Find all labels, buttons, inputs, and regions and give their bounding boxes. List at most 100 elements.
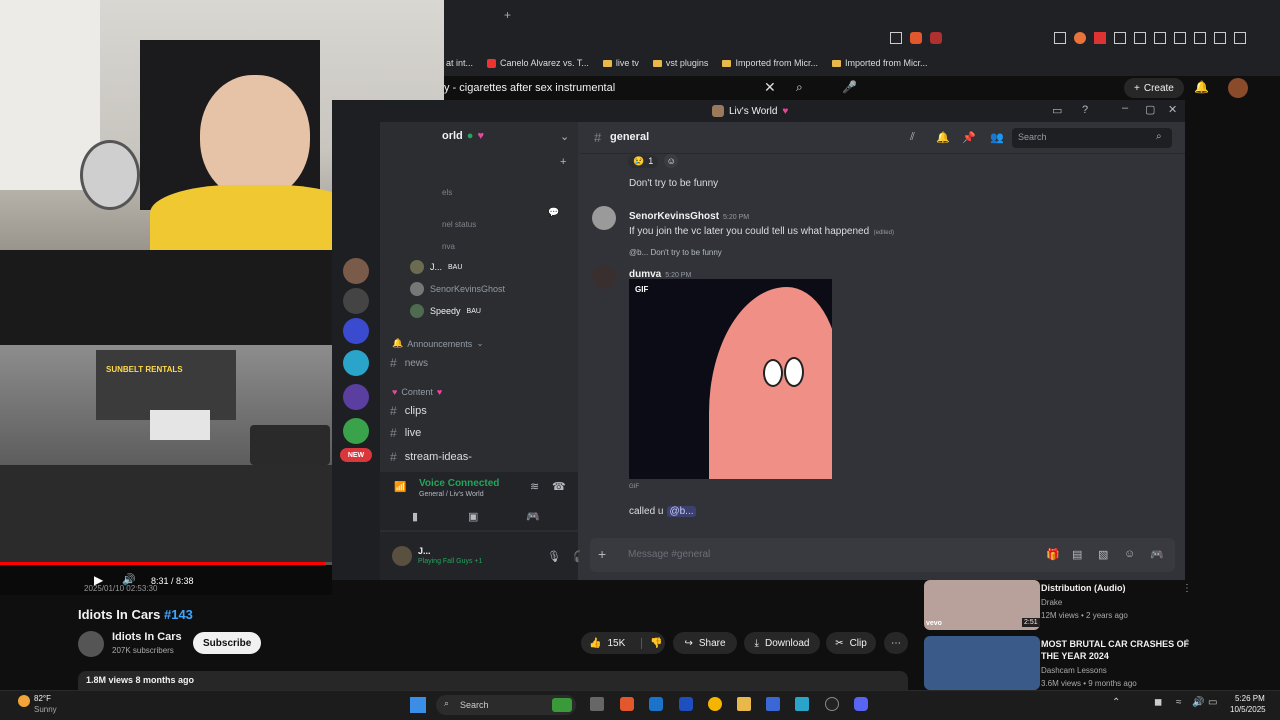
subscribe-button[interactable]: Subscribe bbox=[193, 632, 262, 654]
create-button[interactable]: + Create bbox=[1124, 78, 1184, 98]
gif-embed[interactable]: GIF bbox=[629, 279, 832, 479]
bookmark[interactable]: at int... bbox=[446, 58, 473, 68]
hashtag-link[interactable]: #143 bbox=[164, 607, 193, 622]
server-icon[interactable] bbox=[343, 350, 369, 376]
minimize-icon[interactable]: – bbox=[1122, 102, 1128, 114]
help-icon[interactable]: ? bbox=[1082, 104, 1088, 116]
description-box[interactable]: 1.8M views 8 months ago bbox=[78, 671, 908, 691]
share-button[interactable]: ↪ Share bbox=[673, 632, 737, 654]
more-actions-button[interactable]: ⋯ bbox=[884, 632, 908, 654]
wifi-icon[interactable]: ≈ bbox=[1176, 697, 1182, 708]
activity-icon[interactable]: 🎮 bbox=[526, 510, 540, 523]
menu-icon[interactable] bbox=[1234, 32, 1246, 44]
bookmark[interactable]: Canelo Alvarez vs. T... bbox=[487, 58, 589, 68]
task-view-icon[interactable] bbox=[590, 697, 604, 711]
channel-avatar[interactable] bbox=[78, 631, 104, 657]
server-icon[interactable] bbox=[343, 288, 369, 314]
app-icon[interactable] bbox=[679, 697, 693, 711]
rec-channel[interactable]: Drake bbox=[1041, 598, 1062, 607]
reply-preview[interactable]: @b... Don't try to be funny bbox=[629, 248, 722, 257]
chrome-icon[interactable] bbox=[708, 697, 722, 711]
extension-icon[interactable] bbox=[1134, 32, 1146, 44]
brave-rewards-icon[interactable] bbox=[930, 32, 942, 44]
bookmark-folder[interactable]: Imported from Micr... bbox=[831, 58, 928, 68]
bookmark-folder[interactable]: vst plugins bbox=[652, 58, 708, 68]
channel-name[interactable]: Idiots In Cars bbox=[112, 631, 182, 643]
reaction-button[interactable]: 😢 1 bbox=[628, 154, 659, 168]
chat-icon[interactable]: 💬 bbox=[548, 207, 559, 218]
extension-icon[interactable] bbox=[1054, 32, 1066, 44]
clear-search-icon[interactable]: ✕ bbox=[764, 79, 776, 96]
clock-time[interactable]: 5:26 PM bbox=[1235, 694, 1265, 703]
activities-icon[interactable]: 🎮 bbox=[1150, 548, 1164, 561]
pin-icon[interactable]: 📌 bbox=[962, 131, 976, 144]
attach-plus-icon[interactable]: + bbox=[598, 546, 606, 562]
video-player[interactable]: SUNBELT RENTALS ▶ 🔊 8:31 / 8:38 2025/01/… bbox=[0, 250, 332, 595]
download-button[interactable]: ⤓ Download bbox=[744, 632, 820, 654]
weather-temp[interactable]: 82°F bbox=[34, 694, 51, 703]
message-input[interactable]: Message #general bbox=[628, 549, 710, 560]
channel-clips[interactable]: # clips bbox=[390, 404, 427, 418]
inbox-icon[interactable]: ▭ bbox=[1052, 104, 1062, 117]
bookmark-folder[interactable]: Imported from Micr... bbox=[722, 58, 818, 68]
gif-picker-icon[interactable]: ▤ bbox=[1072, 548, 1082, 561]
windows-start-icon[interactable] bbox=[410, 697, 426, 713]
voice-location[interactable]: General / Liv's World bbox=[419, 491, 484, 498]
tray-app-icon[interactable]: ◼ bbox=[1154, 697, 1162, 708]
rec-menu-icon[interactable]: ⋮ bbox=[1182, 638, 1192, 649]
members-icon[interactable]: 👥 bbox=[990, 131, 1004, 144]
server-icon[interactable] bbox=[343, 318, 369, 344]
voice-user[interactable]: Speedy BAU bbox=[410, 304, 481, 318]
threads-icon[interactable]: ⫽ bbox=[910, 131, 915, 144]
obs-icon[interactable] bbox=[825, 697, 839, 711]
media-icon[interactable] bbox=[1154, 32, 1166, 44]
server-icon[interactable] bbox=[343, 258, 369, 284]
thumbs-down-icon[interactable]: 👎 bbox=[641, 637, 663, 649]
app-icon[interactable] bbox=[795, 697, 809, 711]
extension-icon[interactable] bbox=[1114, 32, 1126, 44]
emoji-icon[interactable]: ☺ bbox=[1124, 548, 1135, 560]
voice-user[interactable]: J... BAU bbox=[410, 260, 462, 274]
bell-icon[interactable]: 🔔 bbox=[936, 131, 950, 144]
avatar[interactable] bbox=[592, 265, 616, 289]
search-query[interactable]: y - cigarettes after sex instrumental bbox=[444, 82, 615, 94]
taskbar-search[interactable]: ⌕ Search bbox=[436, 695, 576, 715]
sidebar-icon[interactable] bbox=[1174, 32, 1186, 44]
sticker-icon[interactable]: ▧ bbox=[1098, 548, 1108, 561]
wallet-icon[interactable] bbox=[1194, 32, 1206, 44]
new-tab-icon[interactable]: + bbox=[504, 8, 511, 22]
server-icon[interactable] bbox=[343, 384, 369, 410]
file-explorer-icon[interactable] bbox=[737, 697, 751, 711]
avatar[interactable] bbox=[392, 546, 412, 566]
discord-icon[interactable] bbox=[854, 697, 868, 711]
rec-menu-icon[interactable]: ⋮ bbox=[1182, 583, 1192, 594]
category-content[interactable]: ♥ Content ♥ bbox=[392, 387, 442, 397]
channel-stream-ideas[interactable]: # stream-ideas- bbox=[390, 450, 472, 464]
outlook-icon[interactable] bbox=[649, 697, 663, 711]
extension-icon[interactable] bbox=[1074, 32, 1086, 44]
notifications-icon[interactable]: 🔔 bbox=[1194, 80, 1209, 94]
bookmark-folder[interactable]: live tv bbox=[602, 58, 639, 68]
microphone-icon[interactable]: 🎙 bbox=[547, 550, 561, 563]
channel-live[interactable]: # live bbox=[390, 426, 421, 440]
screen-share-icon[interactable]: ▣ bbox=[468, 510, 478, 523]
channel-news[interactable]: # news bbox=[390, 356, 428, 370]
rec-title[interactable]: MOST BRUTAL CAR CRASHES OF THE YEAR 2024 bbox=[1041, 638, 1191, 662]
add-reaction-icon[interactable]: ☺ bbox=[664, 154, 679, 168]
account-avatar[interactable] bbox=[1228, 78, 1248, 98]
clip-button[interactable]: ✂ Clip bbox=[826, 632, 876, 654]
voice-user[interactable]: SenorKevinsGhost bbox=[410, 282, 505, 296]
maximize-icon[interactable]: ▢ bbox=[1145, 103, 1155, 116]
server-name[interactable]: orld ● ♥ bbox=[442, 130, 484, 142]
rec-title[interactable]: Distribution (Audio) bbox=[1041, 583, 1125, 593]
message-composer[interactable]: + Message #general 🎁 ▤ ▧ ☺ 🎮 bbox=[590, 538, 1175, 572]
vpn-icon[interactable] bbox=[1214, 32, 1226, 44]
disconnect-icon[interactable]: ☎ bbox=[552, 480, 566, 493]
search-input[interactable]: Search ⌕ bbox=[1012, 128, 1172, 148]
mention[interactable]: @b... bbox=[667, 506, 696, 517]
search-icon[interactable]: ⌕ bbox=[796, 80, 803, 95]
close-icon[interactable]: ✕ bbox=[1168, 103, 1177, 116]
rec-thumbnail[interactable]: vevo 2:51 bbox=[924, 580, 1040, 630]
category-announcements[interactable]: 🔔 Announcements ⌄ bbox=[392, 338, 484, 349]
rec-channel[interactable]: Dashcam Lessons bbox=[1041, 666, 1107, 675]
